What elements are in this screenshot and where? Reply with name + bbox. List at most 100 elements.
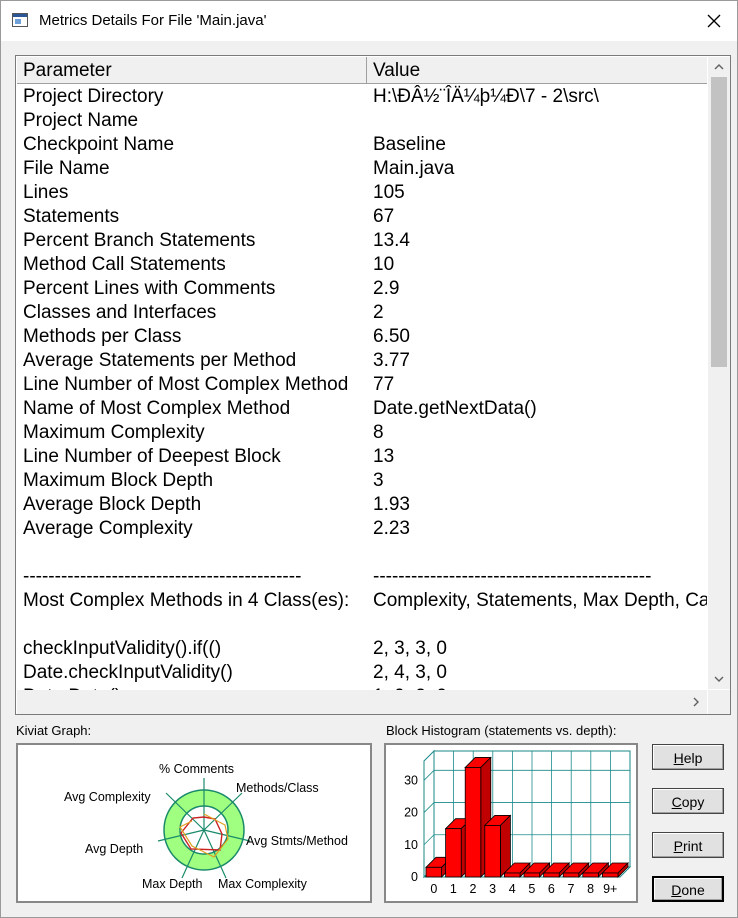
row-value: Date.getNextData() — [373, 398, 537, 419]
row-parameter: Line Number of Most Complex Method — [23, 374, 349, 395]
histogram-y-tick: 30 — [404, 773, 418, 787]
histogram-bar — [504, 872, 521, 878]
histogram-x-tick: 6 — [548, 882, 555, 896]
kiviat-axis-methods-class: Methods/Class — [236, 781, 319, 795]
histogram-x-tick: 0 — [430, 882, 437, 896]
kiviat-axis-comments: % Comments — [159, 762, 234, 776]
table-row[interactable]: Most Complex Methods in 4 Class(es): Comp… — [17, 588, 707, 612]
table-row[interactable]: Percent Branch Statements 13.4 — [17, 228, 707, 252]
table-body: Project Directory H:\ÐÂ½¨ÎÄ¼þ¼Ð\7 - 2\src… — [17, 84, 707, 690]
histogram-x-tick: 3 — [489, 882, 496, 896]
copy-button-label: opy — [681, 794, 705, 810]
table-row[interactable]: Checkpoint Name Baseline — [17, 132, 707, 156]
table-row[interactable]: Date.checkInputValidity() 2, 4, 3, 0 — [17, 660, 707, 684]
chevron-down-icon — [714, 676, 724, 682]
table-row[interactable]: Maximum Block Depth 3 — [17, 468, 707, 492]
table-row[interactable]: Percent Lines with Comments 2.9 — [17, 276, 707, 300]
kiviat-axis-avg-depth: Avg Depth — [85, 842, 143, 856]
row-value: Main.java — [373, 158, 455, 179]
table-row[interactable]: checkInputValidity().if(() 2, 3, 3, 0 — [17, 636, 707, 660]
done-button[interactable]: Done — [652, 876, 724, 902]
row-value: H:\ÐÂ½¨ÎÄ¼þ¼Ð\7 - 2\src\ — [373, 86, 599, 107]
copy-button-accel: C — [671, 794, 682, 810]
print-button-label: rint — [682, 838, 703, 854]
close-button[interactable] — [691, 1, 737, 41]
histogram-panel: 0 10 20 30 0 1 2 3 4 5 6 7 8 9+ — [384, 743, 638, 903]
help-button-accel: H — [673, 750, 684, 766]
table-row[interactable]: Classes and Interfaces 2 — [17, 300, 707, 324]
table-row[interactable]: Maximum Complexity 8 — [17, 420, 707, 444]
kiviat-label: Kiviat Graph: — [16, 723, 92, 738]
table-row[interactable]: Project Name — [17, 108, 707, 132]
done-button-accel: D — [671, 882, 682, 898]
scroll-corner — [708, 690, 730, 714]
row-parameter: Checkpoint Name — [23, 134, 175, 155]
table-row[interactable]: ----------------------------------------… — [17, 564, 707, 588]
vertical-scroll-thumb[interactable] — [711, 77, 727, 367]
table-row[interactable]: Average Block Depth 1.93 — [17, 492, 707, 516]
row-parameter: checkInputValidity().if(() — [23, 638, 222, 659]
row-parameter: Percent Branch Statements — [23, 230, 256, 251]
kiviat-graph-panel: % Comments Methods/Class Avg Stmts/Metho… — [16, 743, 372, 903]
row-value: ----------------------------------------… — [373, 566, 652, 587]
histogram-bar — [425, 866, 443, 878]
histogram-bar — [582, 872, 599, 878]
row-value: 77 — [373, 374, 395, 395]
print-button[interactable]: Print — [652, 832, 724, 858]
row-parameter: Average Statements per Method — [23, 350, 297, 371]
metrics-window: Metrics Details For File 'Main.java' Par… — [0, 0, 738, 918]
row-parameter: Classes and Interfaces — [23, 302, 217, 323]
table-row[interactable]: Name of Most Complex Method Date.getNextD… — [17, 396, 707, 420]
row-value: 2, 4, 3, 0 — [373, 662, 447, 683]
metrics-table: Parameter Value Project Directory H:\ÐÂ½¨… — [15, 55, 731, 715]
table-row[interactable]: Line Number of Deepest Block 13 — [17, 444, 707, 468]
row-value: 3 — [373, 470, 384, 491]
histogram-x-tick: 5 — [528, 882, 535, 896]
horizontal-scrollbar[interactable] — [17, 690, 707, 714]
row-parameter: Method Call Statements — [23, 254, 226, 275]
scroll-down-button[interactable] — [708, 669, 730, 689]
row-value: 2, 3, 3, 0 — [373, 638, 447, 659]
help-button[interactable]: Help — [652, 744, 724, 770]
table-row[interactable]: Line Number of Most Complex Method 77 — [17, 372, 707, 396]
histogram-bar — [445, 828, 462, 878]
histogram-bar — [601, 872, 619, 878]
table-row[interactable]: Average Statements per Method 3.77 — [17, 348, 707, 372]
row-parameter: Maximum Complexity — [23, 422, 205, 443]
table-row[interactable]: Statements 67 — [17, 204, 707, 228]
vertical-scrollbar[interactable] — [708, 57, 730, 689]
row-parameter: Average Block Depth — [23, 494, 202, 515]
copy-button[interactable]: Copy — [652, 788, 724, 814]
table-row[interactable]: Lines 105 — [17, 180, 707, 204]
table-row[interactable] — [17, 612, 707, 636]
histogram-x-tick: 7 — [568, 882, 575, 896]
kiviat-axis-max-complexity: Max Complexity — [218, 877, 308, 891]
table-row[interactable]: File Name Main.java — [17, 156, 707, 180]
row-parameter: Methods per Class — [23, 326, 182, 347]
row-value: 6.50 — [373, 326, 410, 347]
row-value: 67 — [373, 206, 395, 227]
chevron-up-icon — [714, 64, 724, 70]
row-value: 3.77 — [373, 350, 410, 371]
scroll-right-button[interactable] — [685, 690, 707, 714]
histogram-bar — [562, 872, 580, 878]
kiviat-graph: % Comments Methods/Class Avg Stmts/Metho… — [64, 762, 348, 891]
row-value: 13 — [373, 446, 395, 467]
scroll-up-button[interactable] — [708, 57, 730, 77]
column-header-value[interactable]: Value — [367, 57, 707, 83]
histogram-bar — [543, 872, 560, 878]
row-parameter: Average Complexity — [23, 518, 193, 539]
table-row[interactable] — [17, 540, 707, 564]
histogram-x-tick: 1 — [450, 882, 457, 896]
table-row[interactable]: Methods per Class 6.50 — [17, 324, 707, 348]
kiviat-axis-max-depth: Max Depth — [142, 877, 202, 891]
histogram-label: Block Histogram (statements vs. depth): — [386, 723, 617, 738]
title-bar: Metrics Details For File 'Main.java' — [1, 1, 737, 41]
column-header-parameter[interactable]: Parameter — [17, 57, 367, 83]
row-parameter: Project Name — [23, 110, 139, 131]
table-row[interactable]: Method Call Statements 10 — [17, 252, 707, 276]
done-button-label: one — [681, 882, 705, 898]
table-row[interactable]: Project Directory H:\ÐÂ½¨ÎÄ¼þ¼Ð\7 - 2\src… — [17, 84, 707, 108]
table-row[interactable]: Average Complexity 2.23 — [17, 516, 707, 540]
row-parameter: Most Complex Methods in 4 Class(es): — [23, 590, 350, 611]
